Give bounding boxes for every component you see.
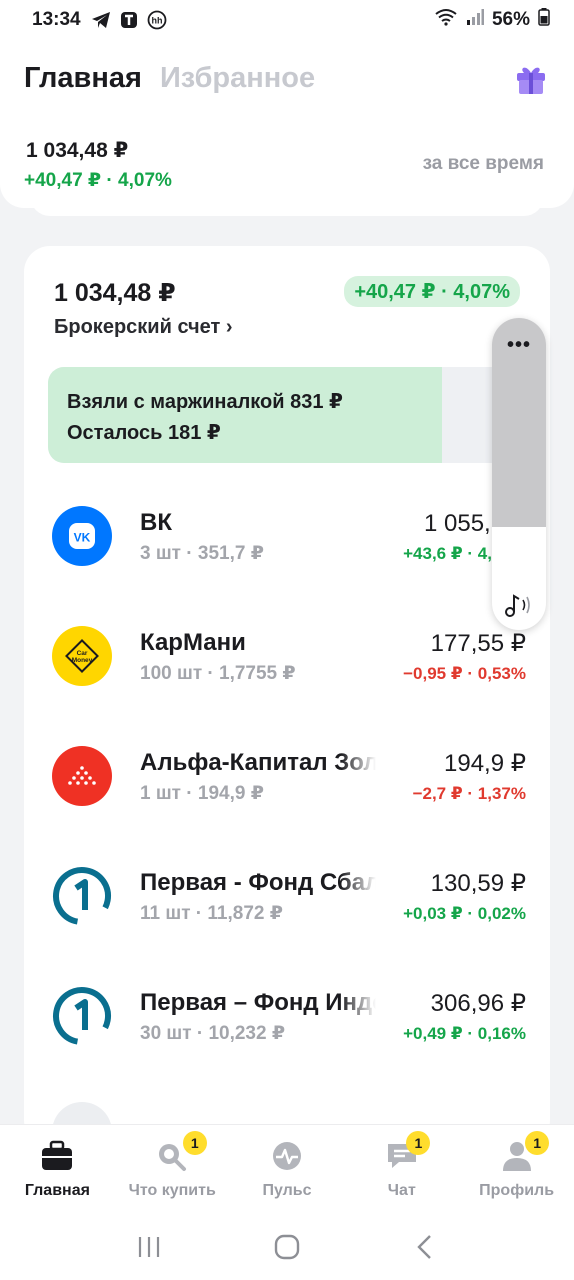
positions-list: VK ВК 3 шт · 351,7 ₽ 1 055,1 ₽ +43,6 ₽ ·… — [24, 486, 550, 1086]
position-name: Первая - Фонд Сбалансированный — [140, 869, 376, 896]
position-name: Первая – Фонд Индекс — [140, 989, 376, 1016]
bottom-navigation: Главная 1 Что купить Пульс 1 Чат 1 Профи… — [0, 1124, 574, 1214]
position-change: −2,7 ₽ · 1,37% — [412, 784, 526, 803]
nav-chat[interactable]: 1 Чат — [344, 1125, 459, 1214]
brokerage-account-card: 1 034,48 ₽ +40,47 ₽ · 4,07% Брокерский с… — [24, 246, 550, 1146]
nav-label: Профиль — [479, 1182, 555, 1199]
position-quantity: 3 шт · 351,7 ₽ — [140, 543, 264, 564]
collapsed-card-edge — [30, 196, 544, 216]
position-name: КарМани — [140, 629, 246, 656]
account-value: 1 034,48 ₽ — [54, 279, 176, 307]
wifi-icon — [434, 8, 458, 32]
nav-profile[interactable]: 1 Профиль — [459, 1125, 574, 1214]
position-row[interactable]: Первая - Фонд Сбалансированный 11 шт · 1… — [24, 846, 550, 966]
nav-home[interactable]: Главная — [0, 1125, 115, 1214]
notification-badge: 1 — [525, 1131, 550, 1155]
svg-text:hh: hh — [151, 16, 162, 26]
volume-menu-icon[interactable]: ••• — [492, 334, 546, 357]
status-bar: 13:34 hh 56% — [0, 0, 574, 40]
account-name-link[interactable]: Брокерский счет › — [54, 316, 233, 339]
portfolio-total-change: +40,47 ₽ · 4,07% — [24, 170, 172, 191]
nav-pulse[interactable]: Пульс — [230, 1125, 345, 1214]
nav-what-to-buy[interactable]: 1 Что купить — [115, 1125, 230, 1214]
position-value: 306,96 ₽ — [430, 990, 526, 1017]
carmoney-logo: Car Money — [52, 626, 112, 686]
signal-icon — [466, 9, 484, 31]
portfolio-total-value: 1 034,48 ₽ — [26, 139, 129, 162]
home-button-icon[interactable] — [267, 1227, 307, 1267]
battery-icon — [538, 8, 550, 32]
pervaya-logo — [52, 986, 112, 1046]
nav-label: Что купить — [128, 1182, 216, 1199]
position-row[interactable]: Первая – Фонд Индекс 30 шт · 10,232 ₽ 30… — [24, 966, 550, 1086]
position-row[interactable]: VK ВК 3 шт · 351,7 ₽ 1 055,1 ₽ +43,6 ₽ ·… — [24, 486, 550, 606]
nav-label: Чат — [387, 1182, 416, 1199]
position-quantity: 1 шт · 194,9 ₽ — [140, 783, 264, 804]
position-quantity: 30 шт · 10,232 ₽ — [140, 1023, 286, 1044]
position-change: −0,95 ₽ · 0,53% — [403, 664, 526, 683]
notification-badge: 1 — [406, 1131, 431, 1155]
volume-slider[interactable]: ••• — [492, 318, 546, 630]
recent-apps-icon[interactable] — [129, 1227, 169, 1267]
pulse-icon — [270, 1140, 304, 1172]
margin-banner[interactable]: Взяли с маржиналкой 831 ₽ Осталось 181 ₽ — [48, 367, 528, 463]
position-name: Альфа-Капитал Золото — [140, 749, 376, 776]
position-row[interactable]: Альфа-Капитал Золото 1 шт · 194,9 ₽ 194,… — [24, 726, 550, 846]
briefcase-icon — [40, 1140, 74, 1172]
svg-text:Money: Money — [72, 657, 93, 664]
portfolio-header: Главная Избранное 1 034,48 ₽ +40,47 ₽ · … — [0, 40, 574, 208]
period-selector[interactable]: за все время — [423, 153, 544, 175]
status-time: 13:34 — [32, 9, 81, 30]
battery-percent: 56% — [491, 9, 530, 30]
position-change: +0,03 ₽ · 0,02% — [403, 904, 526, 923]
position-change: +0,49 ₽ · 0,16% — [403, 1024, 526, 1043]
music-note-icon[interactable] — [502, 590, 536, 620]
pervaya-logo — [52, 866, 112, 926]
system-navigation-bar — [0, 1214, 574, 1280]
tab-bar: Главная Избранное — [24, 62, 315, 95]
position-value: 177,55 ₽ — [430, 630, 526, 657]
tab-home[interactable]: Главная — [24, 62, 142, 95]
notification-badge: 1 — [182, 1131, 207, 1155]
margin-taken-text: Взяли с маржиналкой 831 ₽ — [67, 391, 343, 413]
vk-logo: VK — [52, 506, 112, 566]
account-change-badge: +40,47 ₽ · 4,07% — [344, 276, 520, 307]
nav-label: Главная — [24, 1182, 90, 1199]
shield-icon — [119, 10, 139, 30]
position-quantity: 100 шт · 1,7755 ₽ — [140, 663, 296, 684]
nav-label: Пульс — [262, 1182, 312, 1199]
position-value: 194,9 ₽ — [444, 750, 526, 777]
alfa-capital-logo — [52, 746, 112, 806]
tab-favorites[interactable]: Избранное — [160, 62, 315, 95]
hh-icon: hh — [147, 10, 167, 30]
gift-icon[interactable] — [514, 62, 548, 96]
svg-text:VK: VK — [74, 531, 91, 545]
position-row[interactable]: Car Money КарМани 100 шт · 1,7755 ₽ 177,5… — [24, 606, 550, 726]
position-value: 130,59 ₽ — [430, 870, 526, 897]
position-name: ВК — [140, 509, 172, 536]
margin-remaining-text: Осталось 181 ₽ — [67, 422, 221, 444]
back-icon[interactable] — [405, 1227, 445, 1267]
telegram-icon — [91, 10, 111, 30]
position-quantity: 11 шт · 11,872 ₽ — [140, 903, 283, 924]
svg-text:Car: Car — [77, 650, 88, 657]
